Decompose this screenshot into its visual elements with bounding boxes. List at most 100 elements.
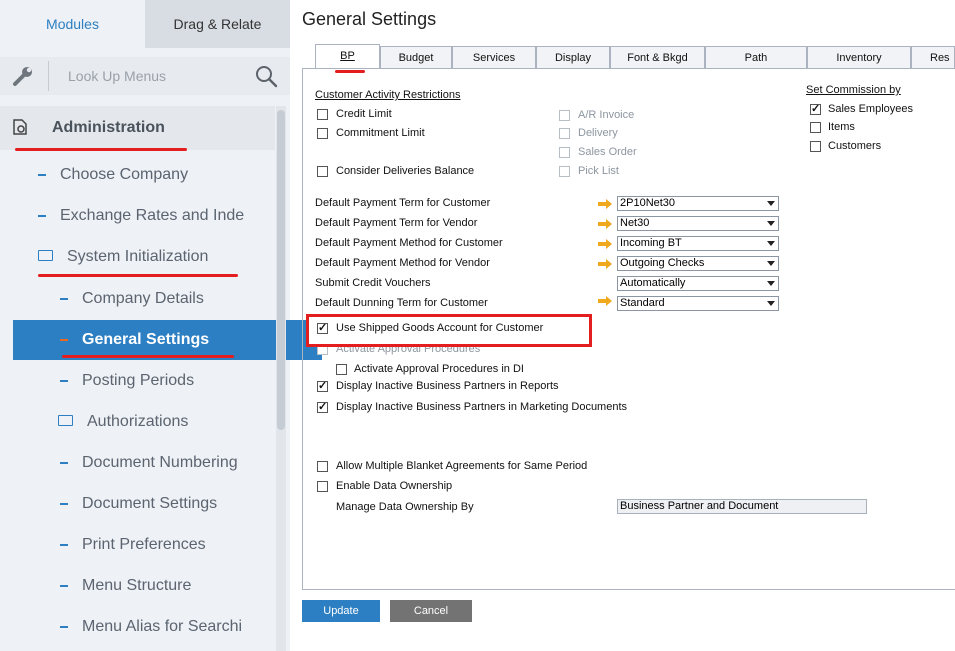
items-checkbox[interactable] [810,122,821,133]
data-ownership-label: Enable Data Ownership [336,480,453,492]
scrollbar-thumb[interactable] [277,110,285,430]
default-payment-method-customer-dropdown[interactable]: Incoming BT [617,236,779,251]
administration-header[interactable]: Administration [0,106,275,150]
tab-display[interactable]: Display [536,46,610,68]
dropdown-value: Automatically [620,277,686,289]
dropdown-arrow-icon [767,261,775,266]
highlight-underline-administration [15,148,187,151]
cancel-button[interactable]: Cancel [390,600,472,622]
default-payment-method-customer-label: Default Payment Method for Customer [315,237,503,249]
customers-checkbox[interactable] [810,141,821,152]
dash-icon [60,338,68,341]
wrench-icon[interactable] [12,65,34,87]
menu-item-system-initialization[interactable]: System Initialization [0,237,313,277]
use-shipped-goods-checkbox[interactable] [317,321,328,334]
dropdown-arrow-icon [767,241,775,246]
dash-icon [38,173,46,176]
commitment-limit-label: Commitment Limit [336,127,425,139]
manage-data-ownership-field[interactable]: Business Partner and Document [617,499,867,514]
commitment-limit-checkbox[interactable] [317,128,328,139]
dropdown-arrow-icon [767,281,775,286]
inactive-bp-reports-checkbox[interactable] [317,379,328,392]
dropdown-value: Outgoing Checks [620,257,705,269]
approval-procedures-di-checkbox[interactable] [336,364,347,375]
ar-invoice-label: A/R Invoice [578,109,635,121]
menu-item-label: General Settings [82,331,210,348]
delivery-label: Delivery [578,127,618,139]
dash-icon [38,214,46,217]
customers-label: Customers [828,140,882,152]
dash-icon [60,502,68,505]
tab-path[interactable]: Path [705,46,807,68]
dropdown-value: Net30 [620,217,650,229]
menu-item-exchange-rates[interactable]: Exchange Rates and Inde [0,196,313,236]
data-ownership-checkbox[interactable] [317,481,328,492]
tab-modules[interactable]: Modules [0,0,145,48]
use-shipped-goods-label: Use Shipped Goods Account for Customer [336,322,544,334]
manage-data-ownership-label: Manage Data Ownership By [336,501,474,513]
dash-icon [60,297,68,300]
menu-item-label: System Initialization [67,248,209,265]
arrow-right-icon[interactable] [598,239,612,249]
dash-icon [60,625,68,628]
sales-employees-checkbox[interactable] [810,102,821,115]
tab-services[interactable]: Services [452,46,536,68]
dropdown-value: Incoming BT [620,237,682,249]
arrow-right-icon[interactable] [598,296,612,306]
sales-employees-label: Sales Employees [828,103,913,115]
menu-item-label: Menu Structure [82,577,192,594]
lookup-divider [48,61,49,91]
ar-invoice-checkbox[interactable] [559,110,570,121]
approval-procedures-di-label: Activate Approval Procedures in DI [354,363,524,375]
inactive-bp-reports-label: Display Inactive Business Partners in Re… [336,380,559,392]
lookup-bar: Look Up Menus [0,57,290,95]
arrow-right-icon[interactable] [598,219,612,229]
menu-item-label: Document Settings [82,495,218,512]
arrow-right-icon[interactable] [598,199,612,209]
menu-item-label: Choose Company [60,166,189,183]
submit-credit-vouchers-dropdown[interactable]: Automatically [617,276,779,291]
update-button[interactable]: Update [302,600,380,622]
search-icon[interactable] [254,64,278,88]
blanket-agreements-label: Allow Multiple Blanket Agreements for Sa… [336,460,588,472]
dropdown-value: Standard [620,297,665,309]
tab-budget[interactable]: Budget [380,46,452,68]
tab-drag-relate[interactable]: Drag & Relate [145,0,290,48]
deliveries-balance-checkbox[interactable] [317,166,328,177]
menu-item-label: Document Numbering [82,454,238,471]
menu-item-label: Menu Alias for Searchi [82,618,243,635]
blanket-agreements-checkbox[interactable] [317,461,328,472]
administration-label: Administration [52,119,165,136]
menu-item-choose-company[interactable]: Choose Company [0,155,313,195]
tab-bp[interactable]: BP [315,44,380,69]
default-payment-term-vendor-dropdown[interactable]: Net30 [617,216,779,231]
dash-icon [60,584,68,587]
tab-font-bkgd[interactable]: Font & Bkgd [610,46,705,68]
default-payment-method-vendor-label: Default Payment Method for Vendor [315,257,490,269]
menu-item-label: Exchange Rates and Inde [60,207,245,224]
arrow-right-icon[interactable] [598,259,612,269]
dropdown-arrow-icon [767,301,775,306]
inactive-bp-marketing-label: Display Inactive Business Partners in Ma… [336,401,628,413]
dash-icon [60,543,68,546]
tab-inventory[interactable]: Inventory [807,46,911,68]
default-payment-method-vendor-dropdown[interactable]: Outgoing Checks [617,256,779,271]
pick-list-checkbox[interactable] [559,166,570,177]
window-title: General Settings [302,9,437,29]
default-payment-term-customer-dropdown[interactable]: 2P10Net30 [617,196,779,211]
dropdown-value: 2P10Net30 [620,197,676,209]
items-label: Items [828,121,855,133]
delivery-checkbox[interactable] [559,128,570,139]
highlight-underline-general-settings [62,355,234,358]
sales-order-checkbox[interactable] [559,147,570,158]
administration-icon [13,119,27,135]
tab-res[interactable]: Res [911,46,955,68]
tab-label: BP [340,50,355,62]
menu-item-label: Company Details [82,290,204,307]
deliveries-balance-label: Consider Deliveries Balance [336,165,475,177]
pick-list-label: Pick List [578,165,619,177]
default-dunning-term-dropdown[interactable]: Standard [617,296,779,311]
inactive-bp-marketing-checkbox[interactable] [317,400,328,413]
lookup-input[interactable]: Look Up Menus [68,57,166,95]
credit-limit-checkbox[interactable] [317,109,328,120]
